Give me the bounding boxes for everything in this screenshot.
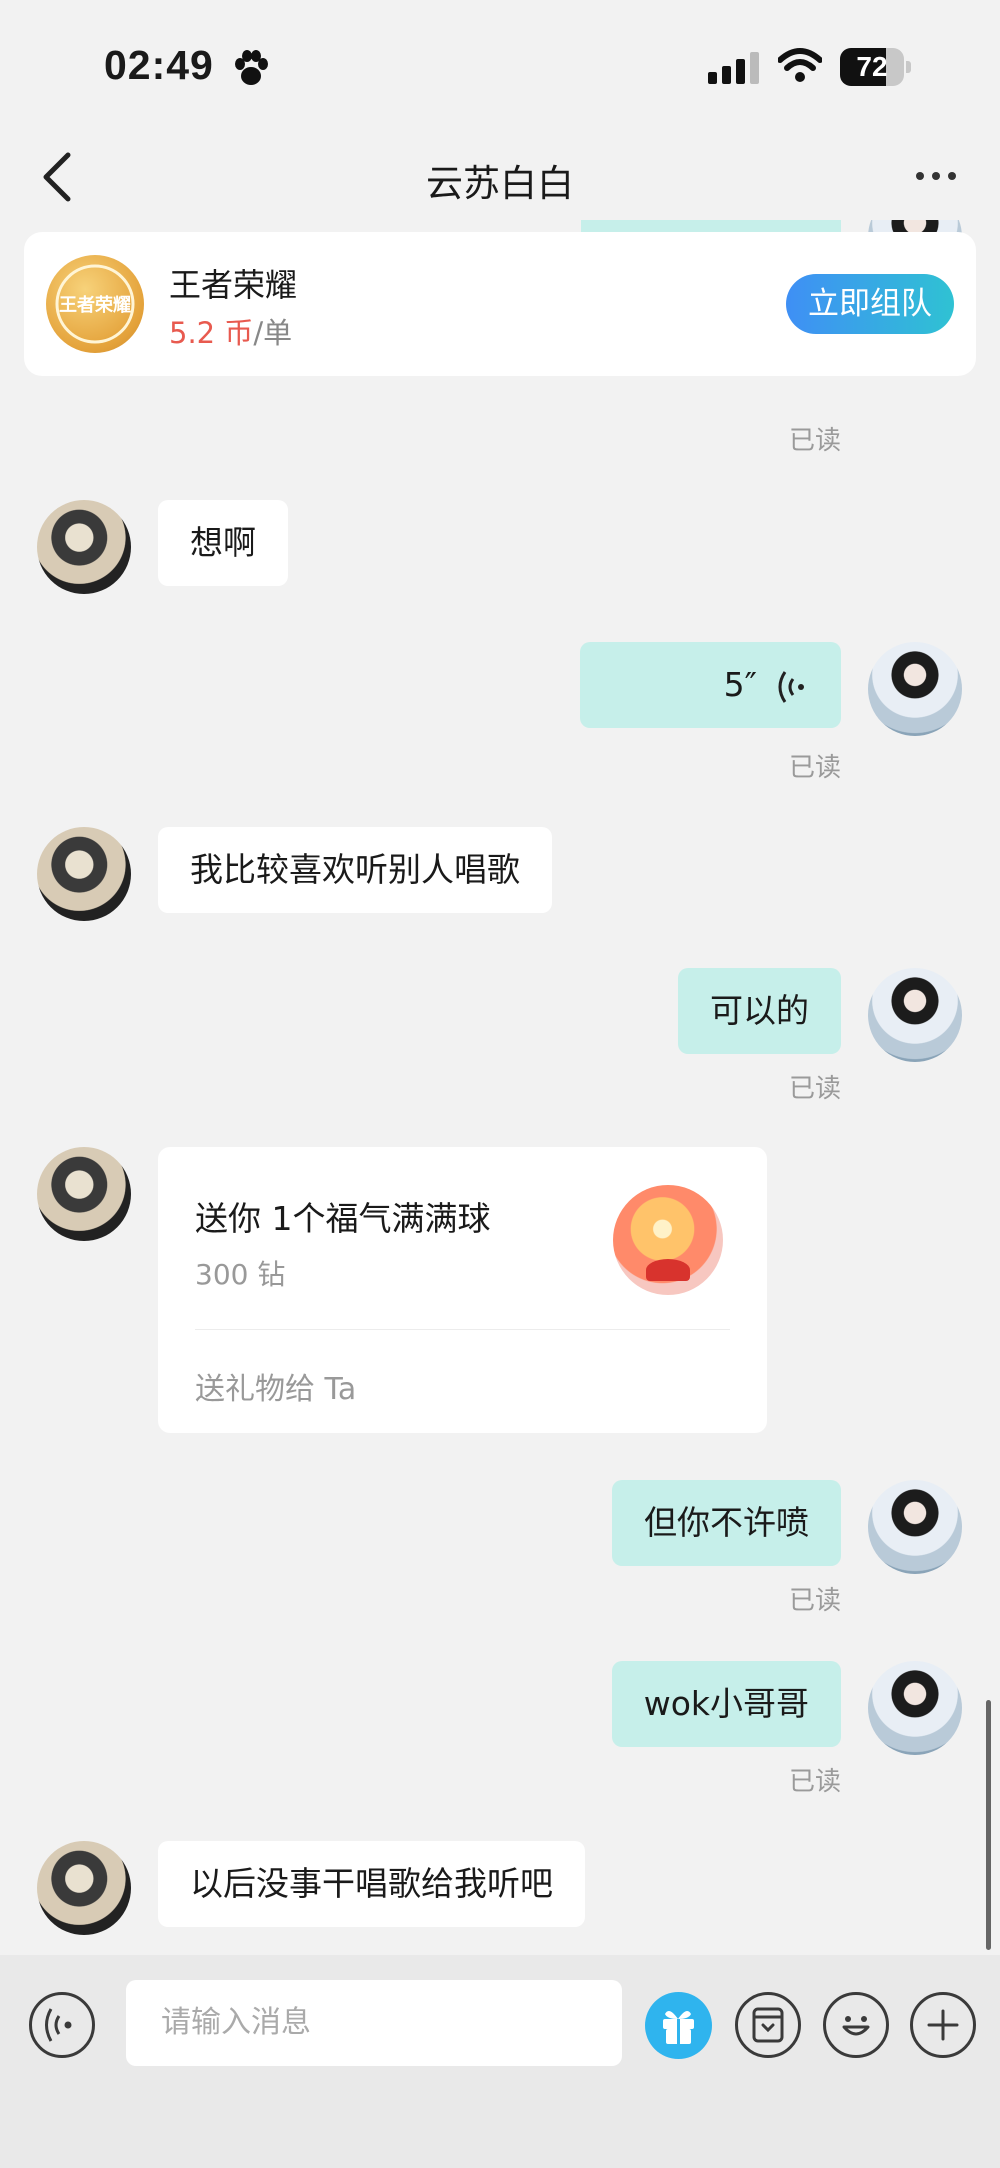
plus-icon <box>927 2009 959 2041</box>
read-receipt: 已读 <box>788 426 841 456</box>
voice-input-button[interactable] <box>29 1992 95 2058</box>
status-bar: 02:49 72 <box>0 0 1000 135</box>
battery-icon: 72 <box>840 48 911 86</box>
scrollbar[interactable] <box>986 1700 991 1950</box>
gift-icon <box>663 2010 694 2044</box>
contact-avatar[interactable] <box>37 500 131 594</box>
message-bubble-outgoing[interactable]: 但你不许喷 <box>612 1480 841 1566</box>
voice-duration: 5″ <box>723 665 757 704</box>
more-dots-icon[interactable] <box>914 161 958 191</box>
message-bubble-outgoing[interactable]: 可以的 <box>678 968 841 1054</box>
read-receipt: 已读 <box>788 1074 841 1104</box>
contact-avatar[interactable] <box>37 1841 131 1935</box>
my-avatar[interactable] <box>868 1480 962 1574</box>
contact-avatar[interactable] <box>37 1147 131 1241</box>
game-name: 王者荣耀 <box>169 266 298 304</box>
gift-button[interactable] <box>645 1992 712 2059</box>
price-unit: /单 <box>253 316 293 350</box>
team-up-button[interactable]: 立即组队 <box>786 274 954 334</box>
contact-avatar[interactable] <box>37 827 131 921</box>
message-bubble-incoming[interactable]: 想啊 <box>158 500 288 586</box>
input-bar: 请输入消息 <box>0 1955 1000 2168</box>
chat-header: 云苏白白 <box>0 135 1000 220</box>
gift-price: 300 钻 <box>195 1258 286 1291</box>
read-receipt: 已读 <box>788 753 841 783</box>
wifi-icon <box>778 48 822 82</box>
status-time: 02:49 <box>104 42 214 88</box>
game-order-card: 王者荣耀 王者荣耀 5.2 币/单 立即组队 <box>24 232 976 376</box>
contact-name: 云苏白白 <box>426 162 574 205</box>
my-avatar[interactable] <box>868 1661 962 1755</box>
read-receipt: 已读 <box>788 1586 841 1616</box>
send-gift-link[interactable]: 送礼物给 Ta <box>195 1364 356 1408</box>
emoji-button[interactable] <box>823 1992 889 2058</box>
divider <box>195 1329 730 1330</box>
price-value: 5.2 币 <box>169 316 254 350</box>
emoji-icon <box>842 2016 870 2036</box>
sticker-icon <box>752 2007 784 2043</box>
gift-ribbon-image <box>646 1259 690 1281</box>
message-bubble-outgoing[interactable]: wok小哥哥 <box>611 1661 841 1747</box>
message-input[interactable]: 请输入消息 <box>126 1980 622 2066</box>
game-price: 5.2 币/单 <box>169 310 292 352</box>
sticker-button[interactable] <box>735 1992 801 2058</box>
voice-playback-icon <box>778 670 804 703</box>
voice-icon <box>45 2008 72 2042</box>
more-actions-button[interactable] <box>910 1992 976 2058</box>
message-bubble-incoming[interactable]: 我比较喜欢听别人唱歌 <box>158 827 552 913</box>
battery-level: 72 <box>856 51 888 82</box>
gift-title: 送你 1个福气满满球 <box>195 1199 491 1238</box>
my-avatar[interactable] <box>868 642 962 736</box>
gift-card[interactable]: 送你 1个福气满满球 300 钻 送礼物给 Ta <box>158 1147 767 1433</box>
voice-message-bubble[interactable]: 5″ <box>580 642 841 728</box>
message-list[interactable]: 已读 想啊 5″ 已读 我比较喜欢听别人唱歌 可以的 已读 送你 1个福气满满球… <box>0 220 1000 1955</box>
game-logo: 王者荣耀 <box>46 255 144 353</box>
message-bubble-incoming[interactable]: 以后没事干唱歌给我听吧 <box>158 1841 585 1927</box>
game-logo-text: 王者荣耀 <box>59 294 131 316</box>
signal-icon <box>708 52 759 84</box>
paw-icon <box>235 50 268 85</box>
read-receipt: 已读 <box>788 1767 841 1797</box>
my-avatar[interactable] <box>868 968 962 1062</box>
